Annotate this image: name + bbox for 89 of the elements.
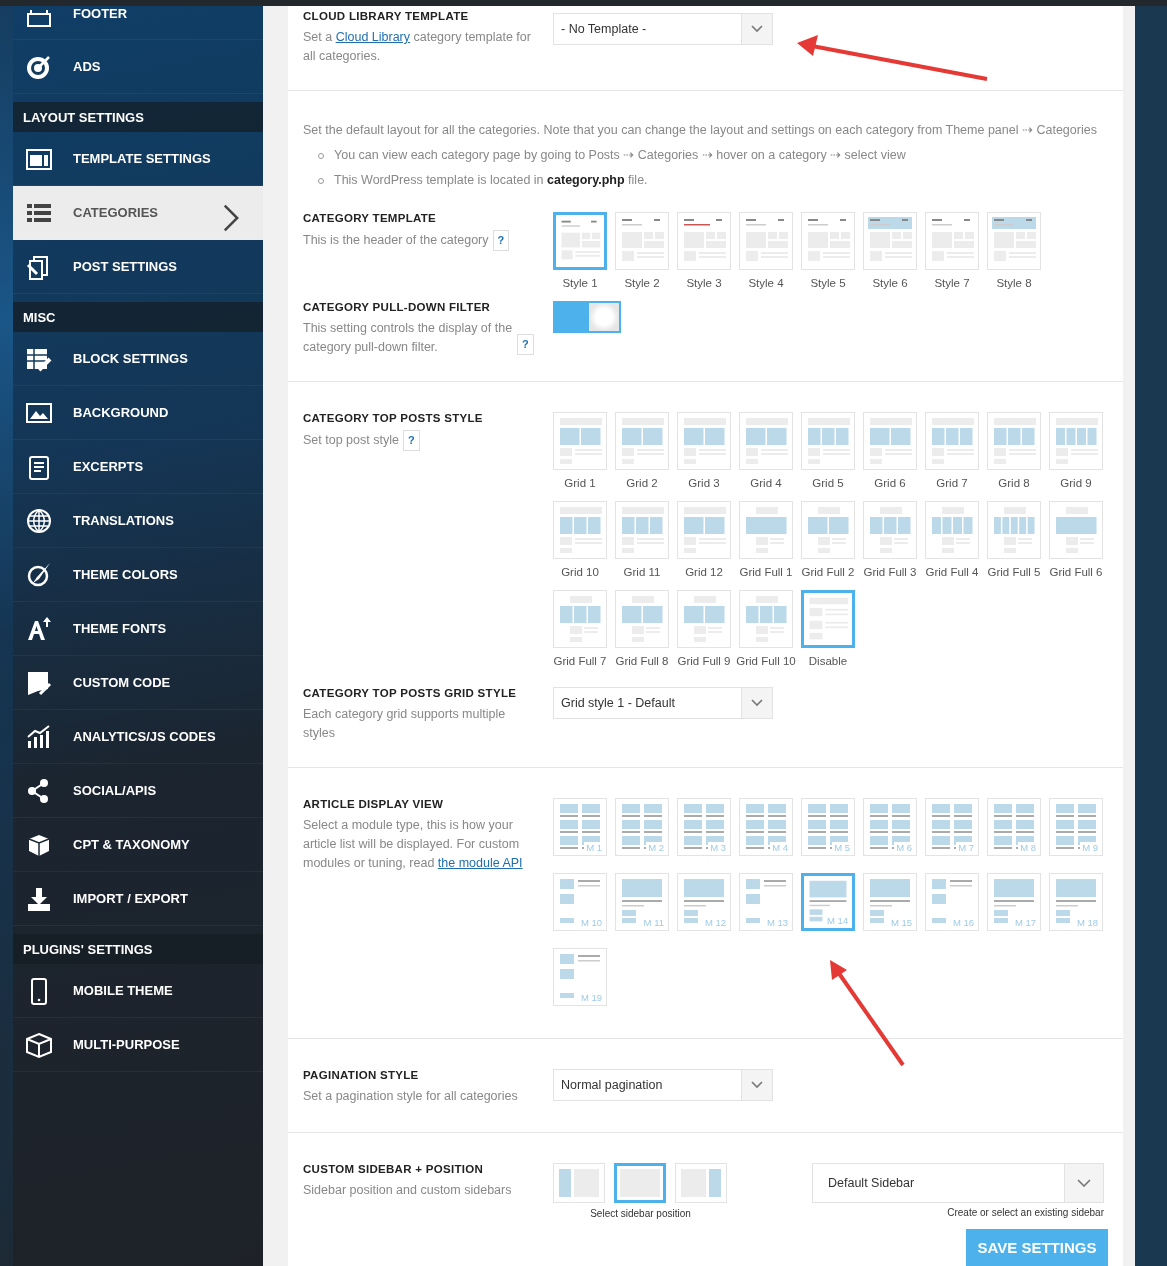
setting-description: This is the header of the category [303,233,489,247]
layout-option[interactable]: Grid 4 [735,412,797,489]
layout-option[interactable]: Grid 1 [549,412,611,489]
setting-description: Set top post style [303,433,399,447]
sidebar-item[interactable]: THEME FONTS [13,602,263,656]
layout-option[interactable]: Grid Full 2 [797,501,859,578]
sidebar-item[interactable]: ADS [13,40,263,94]
chevron-down-icon [1077,1179,1091,1187]
setting-title: ARTICLE DISPLAY VIEW [303,798,445,810]
sidebar-item[interactable]: BACKGROUND [13,386,263,440]
setting-title: CATEGORY TEMPLATE [303,212,438,224]
setting-title: CATEGORY TOP POSTS STYLE [303,412,484,424]
layout-option[interactable]: Grid 6 [859,412,921,489]
position-caption: Select sidebar position [589,1208,692,1219]
note-text: This WordPress template is located in category.php file. [334,172,648,189]
intro-text: Set the default layout for all the categories. Note that you can change the layout and settings on each category from Theme panel ⇢ Categories [303,122,1098,139]
sidebar-dropdown[interactable]: Default Sidebar [812,1163,1104,1203]
layout-option[interactable]: Grid Full 10 [735,590,797,667]
layout-option[interactable]: Grid Full 7 [549,590,611,667]
setting-title: PAGINATION STYLE [303,1069,420,1081]
layout-option[interactable]: Grid 5 [797,412,859,489]
section-heading: PLUGINS' SETTINGS [13,934,263,964]
layout-option[interactable]: Grid 10 [549,501,611,578]
note-text: You can view each category page by going to Posts ⇢ Categories ⇢ hover on a category ⇢ select view [334,147,906,164]
layout-option[interactable]: Grid 2 [611,412,673,489]
layout-option[interactable]: Style 7 [921,212,983,289]
layout-option[interactable]: Style 3 [673,212,735,289]
menu-icon [25,506,53,535]
sidebar-item[interactable]: SOCIAL/APIS [13,764,263,818]
layout-option[interactable]: Grid Full 1 [735,501,797,578]
sidebar-item[interactable]: THEME COLORS [13,548,263,602]
setting-description: Set a Cloud Library category template for all categories. [303,29,532,65]
sidebar-item[interactable]: POST SETTINGS [13,240,263,294]
sidebar-item[interactable]: TRANSLATIONS [13,494,263,548]
layout-option[interactable]: Style 1 [549,212,611,289]
sidebar-item[interactable]: CPT & TAXONOMY [13,818,263,872]
sidebar-item[interactable]: MOBILE THEME [13,964,263,1018]
layout-option[interactable]: Style 6 [859,212,921,289]
sidebar-item[interactable]: IMPORT / EXPORT [13,872,263,926]
chevron-down-icon [751,1081,763,1089]
sidebar-item[interactable]: EXCERPTS [13,440,263,494]
setting-title: CLOUD LIBRARY TEMPLATE [303,10,470,22]
layout-option[interactable]: Style 5 [797,212,859,289]
toggle-switch[interactable] [553,301,621,333]
layout-option[interactable]: Style 8 [983,212,1045,289]
select-dropdown[interactable]: Normal pagination [553,1069,773,1101]
layout-option[interactable]: Grid Full 4 [921,501,983,578]
cloud-library-link[interactable]: Cloud Library [335,30,410,44]
layout-option[interactable]: Disable [797,590,859,667]
sidebar-item[interactable]: BLOCK SETTINGS [13,332,263,386]
section-heading: MISC [13,302,263,332]
layout-option[interactable]: Grid Full 5 [983,501,1045,578]
select-dropdown[interactable]: - No Template - [553,13,773,45]
layout-option[interactable]: Grid Full 8 [611,590,673,667]
setting-description: Set a pagination style for all categories [303,1088,519,1105]
layout-option[interactable]: Style 2 [611,212,673,289]
help-button[interactable]: ? [517,334,534,355]
sidebar-hint: Create or select an existing sidebar [946,1207,1104,1218]
layout-option[interactable]: Grid 7 [921,412,983,489]
help-button[interactable]: ? [492,230,510,251]
sidebar-position-option[interactable] [614,1163,666,1203]
layout-option[interactable]: Grid 11 [611,501,673,578]
layout-option[interactable]: Grid 9 [1045,412,1107,489]
setting-title: CUSTOM SIDEBAR + POSITION [303,1163,485,1175]
layout-option[interactable]: Grid 12 [673,501,735,578]
menu-icon [25,1030,53,1059]
sidebar-item[interactable]: CUSTOM CODE [13,656,263,710]
chevron-down-icon [751,699,763,707]
help-button[interactable]: ? [402,430,420,451]
layout-option[interactable]: Grid Full 6 [1045,501,1107,578]
sidebar-item[interactable]: FOOTER [13,6,263,40]
setting-description: Select a module type, this is how your article list will be displayed. For custom modules or tuning, read the module API [303,817,524,872]
layout-option[interactable]: Style 4 [735,212,797,289]
setting-description: This setting controls the display of the category pull-down filter. [303,320,513,356]
setting-description: Sidebar position and custom sidebars [303,1182,513,1199]
select-dropdown[interactable]: Grid style 1 - Default [553,687,773,719]
setting-description: Each category grid supports multiple styles [303,706,507,742]
layout-option[interactable]: Grid 3 [673,412,735,489]
layout-option[interactable]: Grid Full 3 [859,501,921,578]
chevron-down-icon [751,25,763,33]
sidebar-item[interactable]: CATEGORIES [13,186,263,240]
layout-option[interactable]: Grid 8 [983,412,1045,489]
setting-title: CATEGORY PULL-DOWN FILTER [303,301,492,313]
layout-option[interactable]: Grid Full 9 [673,590,735,667]
setting-title: CATEGORY TOP POSTS GRID STYLE [303,687,518,699]
sidebar-item[interactable]: MULTI-PURPOSE [13,1018,263,1072]
module-api-link[interactable]: the module API [437,856,523,870]
sidebar-item[interactable]: ANALYTICS/JS CODES [13,710,263,764]
section-heading: LAYOUT SETTINGS [13,102,263,132]
